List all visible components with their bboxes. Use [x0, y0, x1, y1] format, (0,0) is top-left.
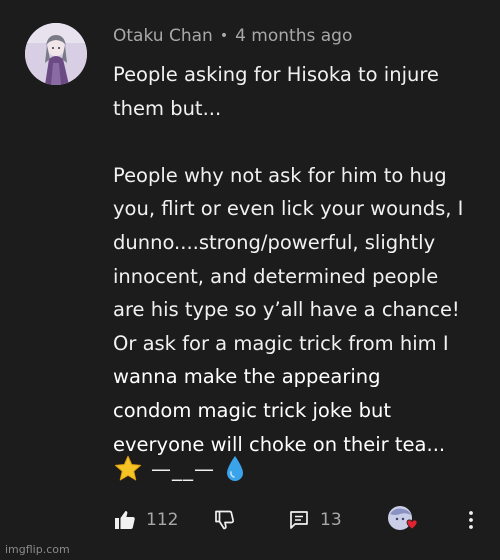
comment-line: Or ask for a magic trick from him I [113, 331, 449, 355]
comment-line: them but... [113, 96, 222, 120]
like-button[interactable]: 112 [113, 505, 178, 535]
header-separator: • [219, 28, 229, 44]
comment-line: wanna make the appearing [113, 365, 381, 389]
avatar-image [25, 23, 87, 85]
author-name[interactable]: Otaku Chan [113, 26, 213, 46]
droplet-icon [225, 455, 245, 483]
dislike-button[interactable] [213, 505, 237, 535]
comment-body: People asking for Hisoka to injure them … [113, 58, 485, 461]
more-options-button[interactable] [465, 509, 477, 531]
reply-button[interactable]: 13 [287, 505, 342, 535]
author-avatar[interactable] [25, 23, 87, 85]
comment-line: are his type so y’all have a chance! [113, 298, 460, 322]
comment-actions: 112 13 [113, 505, 483, 535]
comment-line: condom magic trick joke but [113, 398, 391, 422]
emoji-line: —__— [113, 452, 245, 486]
reply-count: 13 [320, 510, 342, 530]
comment-line-blank [113, 125, 485, 159]
creator-heart[interactable] [387, 505, 421, 535]
flat-face-dash: —__— [151, 457, 215, 481]
thumbs-up-icon [113, 508, 137, 532]
star-icon [113, 454, 143, 484]
comment-line: you, flirt or even lick your wounds, I [113, 197, 464, 221]
like-count: 112 [146, 510, 179, 530]
creator-heart-icon [387, 505, 421, 535]
imgflip-watermark: imgflip.com [5, 543, 70, 556]
reply-icon [287, 508, 311, 532]
comment-line: People why not ask for him to hug [113, 163, 447, 187]
thumbs-down-icon [213, 508, 237, 532]
comment-line: dunno....strong/powerful, slightly [113, 230, 436, 254]
comment-header: Otaku Chan • 4 months ago [113, 26, 352, 46]
comment-card: Otaku Chan • 4 months ago People asking fo… [0, 0, 500, 560]
comment-timestamp[interactable]: 4 months ago [235, 26, 352, 46]
comment-line: innocent, and determined people [113, 264, 439, 288]
comment-line: People asking for Hisoka to injure [113, 63, 439, 86]
more-vertical-icon [465, 509, 477, 531]
